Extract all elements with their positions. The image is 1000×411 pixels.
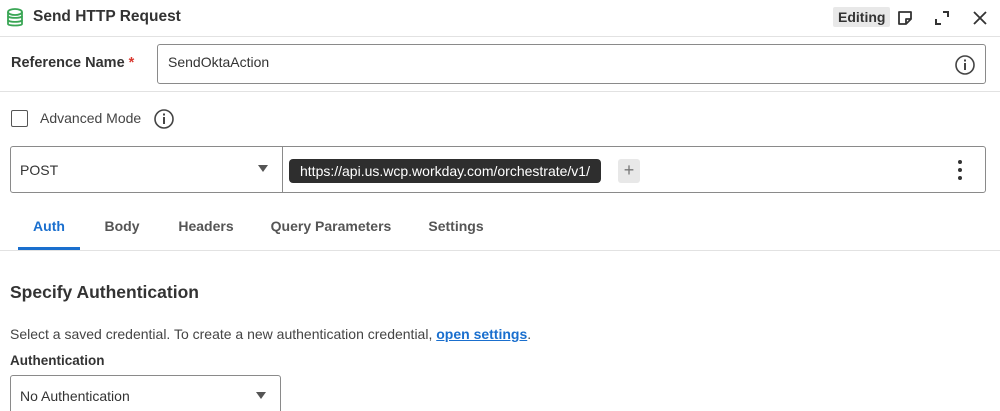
reference-name-input[interactable] bbox=[168, 54, 928, 70]
request-row: POST https://api.us.wcp.workday.com/orch… bbox=[10, 146, 986, 193]
note-icon[interactable] bbox=[894, 7, 916, 29]
url-segment-pill[interactable]: https://api.us.wcp.workday.com/orchestra… bbox=[289, 159, 601, 183]
chevron-down-icon bbox=[256, 392, 266, 399]
database-icon bbox=[7, 8, 23, 27]
reference-name-field[interactable] bbox=[157, 44, 986, 84]
info-icon[interactable] bbox=[954, 54, 976, 76]
auth-description-suffix: . bbox=[527, 326, 532, 342]
add-segment-button[interactable]: + bbox=[618, 159, 640, 183]
tab-query-parameters[interactable]: Query Parameters bbox=[265, 206, 397, 250]
auth-description: Select a saved credential. To create a n… bbox=[10, 326, 531, 342]
expand-icon[interactable] bbox=[931, 7, 953, 29]
status-badge: Editing bbox=[833, 7, 891, 27]
reference-name-row: Reference Name * bbox=[0, 38, 1000, 92]
advanced-mode-row: Advanced Mode bbox=[0, 104, 300, 134]
authentication-value: No Authentication bbox=[20, 388, 130, 404]
info-icon[interactable] bbox=[153, 108, 175, 130]
panel-title: Send HTTP Request bbox=[33, 8, 181, 25]
authentication-label: Authentication bbox=[10, 353, 105, 368]
more-options-icon[interactable] bbox=[957, 160, 963, 180]
method-select[interactable]: POST bbox=[11, 147, 283, 192]
advanced-mode-checkbox[interactable] bbox=[11, 110, 28, 127]
chevron-down-icon bbox=[258, 165, 268, 172]
required-marker: * bbox=[128, 55, 135, 71]
auth-description-text: Select a saved credential. To create a n… bbox=[10, 326, 437, 342]
open-settings-link[interactable]: open settings bbox=[436, 326, 527, 342]
close-icon[interactable] bbox=[969, 7, 991, 29]
method-value: POST bbox=[20, 162, 59, 178]
tab-auth[interactable]: Auth bbox=[18, 206, 80, 250]
reference-name-label: Reference Name * bbox=[11, 55, 134, 71]
tab-bar: Auth Body Headers Query Parameters Setti… bbox=[0, 206, 1000, 251]
panel-header: Send HTTP Request Editing bbox=[0, 0, 1000, 37]
advanced-mode-label[interactable]: Advanced Mode bbox=[40, 110, 141, 126]
tab-settings[interactable]: Settings bbox=[420, 206, 492, 250]
tab-body[interactable]: Body bbox=[92, 206, 152, 250]
authentication-select[interactable]: No Authentication bbox=[10, 375, 281, 411]
section-title: Specify Authentication bbox=[10, 282, 199, 302]
tab-headers[interactable]: Headers bbox=[170, 206, 242, 250]
reference-name-label-text: Reference Name bbox=[11, 55, 125, 71]
